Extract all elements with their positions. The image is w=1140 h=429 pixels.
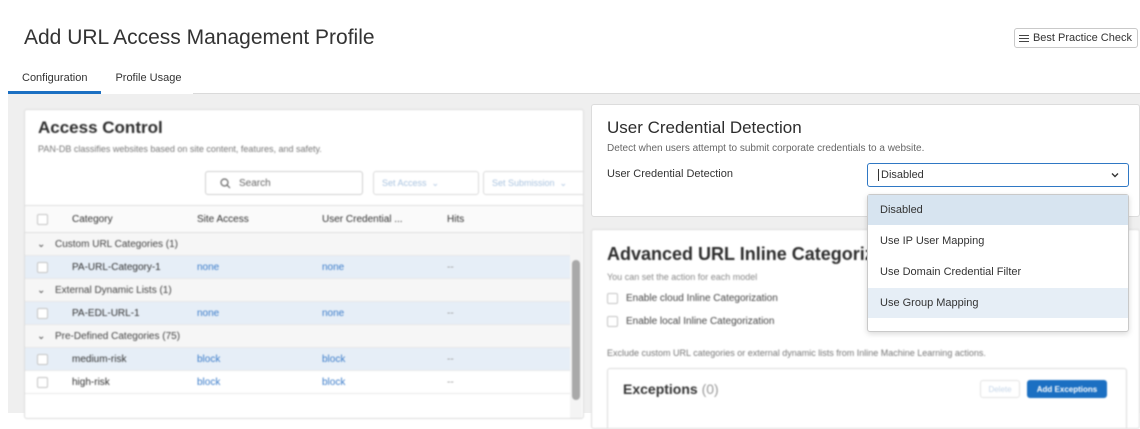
group-label: External Dynamic Lists (1) [55, 284, 172, 296]
best-practice-check-button[interactable]: Best Practice Check [1013, 28, 1138, 48]
column-header-category[interactable]: Category [72, 206, 113, 232]
hits-cell: -- [447, 376, 454, 388]
exceptions-count: (0) [701, 381, 719, 397]
page-header: Add URL Access Management Profile Best P… [0, 0, 1140, 94]
ucd-field-label: User Credential Detection [607, 168, 733, 180]
page-title: Add URL Access Management Profile [24, 26, 375, 49]
ucd-select-value: Disabled [881, 169, 924, 181]
row-checkbox[interactable] [37, 307, 48, 319]
access-control-title: Access Control [38, 118, 163, 137]
search-input[interactable]: Search [205, 171, 363, 195]
ucd-select[interactable]: Disabled [867, 163, 1129, 187]
ucd-title: User Credential Detection [607, 118, 802, 137]
local-inline-checkbox[interactable] [607, 316, 618, 327]
set-access-button[interactable]: Set Access ⌄ [373, 171, 479, 195]
search-placeholder: Search [239, 177, 271, 189]
row-checkbox[interactable] [37, 376, 48, 388]
table-header: Category Site Access User Credential ...… [25, 205, 583, 233]
cloud-inline-checkbox[interactable] [607, 293, 618, 304]
chevron-down-icon [1111, 173, 1119, 178]
set-submission-button[interactable]: Set Submission ⌄ [483, 171, 583, 195]
table-row[interactable]: high-risk block block -- [25, 371, 570, 394]
search-icon [220, 177, 231, 188]
dropdown-option-ip-user-mapping[interactable]: Use IP User Mapping [868, 226, 1128, 256]
category-cell: medium-risk [72, 353, 127, 365]
exceptions-title: Exceptions (0) [623, 381, 719, 397]
checklist-icon [1018, 34, 1029, 42]
cloud-inline-option[interactable]: Enable cloud Inline Categorization [607, 293, 778, 304]
tab-profile-usage[interactable]: Profile Usage [101, 68, 195, 94]
hits-cell: -- [447, 261, 454, 273]
scrollbar-thumb[interactable] [572, 260, 580, 400]
delete-exception-button[interactable]: Delete [980, 380, 1020, 398]
chevron-down-icon[interactable]: ⌄ [37, 233, 45, 255]
advanced-inline-subtitle: You can set the action for each model [607, 272, 758, 282]
site-access-cell[interactable]: none [197, 302, 219, 324]
site-access-cell[interactable]: none [197, 256, 219, 278]
access-control-card: Access Control PAN-DB classifies website… [24, 109, 584, 419]
table-group-row[interactable]: ⌄ External Dynamic Lists (1) [25, 279, 570, 302]
access-control-subtitle: PAN-DB classifies websites based on site… [38, 144, 322, 154]
user-credential-cell[interactable]: block [322, 348, 345, 370]
local-inline-label: Enable local Inline Categorization [626, 316, 775, 327]
advanced-inline-title: Advanced URL Inline Categorizat [607, 244, 890, 264]
table-group-row[interactable]: ⌄ Pre-Defined Categories (75) [25, 325, 570, 348]
site-access-cell[interactable]: block [197, 371, 220, 393]
exceptions-panel: Exceptions (0) Delete Add Exceptions [607, 368, 1127, 428]
ucd-description: Detect when users attempt to submit corp… [607, 143, 925, 154]
category-cell: PA-EDL-URL-1 [72, 307, 140, 319]
hits-cell: -- [447, 353, 454, 365]
row-checkbox[interactable] [37, 353, 48, 365]
column-header-site-access[interactable]: Site Access [197, 206, 249, 232]
chevron-down-icon[interactable]: ⌄ [37, 279, 45, 301]
set-access-label: Set Access [382, 178, 427, 188]
exclude-note: Exclude custom URL categories or externa… [607, 348, 986, 358]
add-exceptions-button[interactable]: Add Exceptions [1027, 380, 1107, 398]
row-checkbox[interactable] [37, 261, 48, 273]
exceptions-title-text: Exceptions [623, 381, 698, 397]
chevron-down-icon: ⌄ [559, 177, 568, 188]
tab-configuration[interactable]: Configuration [8, 68, 102, 94]
cloud-inline-label: Enable cloud Inline Categorization [626, 293, 778, 304]
local-inline-option[interactable]: Enable local Inline Categorization [607, 316, 774, 327]
user-credential-cell[interactable]: block [322, 371, 345, 393]
column-header-user-credential[interactable]: User Credential ... [322, 206, 403, 232]
best-practice-check-label: Best Practice Check [1032, 32, 1132, 44]
group-label: Custom URL Categories (1) [55, 238, 179, 250]
table-row[interactable]: PA-EDL-URL-1 none none -- [25, 302, 570, 325]
ucd-dropdown-menu: Disabled Use IP User Mapping Use Domain … [867, 194, 1129, 332]
dropdown-option-domain-credential-filter[interactable]: Use Domain Credential Filter [868, 257, 1128, 287]
table-row[interactable]: medium-risk block block -- [25, 348, 570, 371]
set-submission-label: Set Submission [492, 178, 555, 188]
hits-cell: -- [447, 307, 454, 319]
table-group-row[interactable]: ⌄ Custom URL Categories (1) [25, 233, 570, 256]
site-access-cell[interactable]: block [197, 348, 220, 370]
dropdown-option-disabled[interactable]: Disabled [868, 195, 1128, 225]
table-row[interactable]: PA-URL-Category-1 none none -- [25, 256, 570, 279]
text-caret [878, 169, 879, 181]
chevron-down-icon[interactable]: ⌄ [37, 325, 45, 347]
user-credential-cell[interactable]: none [322, 302, 344, 324]
user-credential-cell[interactable]: none [322, 256, 344, 278]
chevron-down-icon: ⌄ [431, 177, 440, 188]
tab-bar: Configuration Profile Usage [8, 68, 195, 94]
dropdown-option-group-mapping[interactable]: Use Group Mapping [868, 288, 1128, 318]
column-header-hits[interactable]: Hits [447, 206, 464, 232]
select-all-checkbox[interactable] [37, 213, 48, 225]
group-label: Pre-Defined Categories (75) [55, 330, 181, 342]
category-cell: high-risk [72, 376, 110, 388]
category-cell: PA-URL-Category-1 [72, 261, 161, 273]
